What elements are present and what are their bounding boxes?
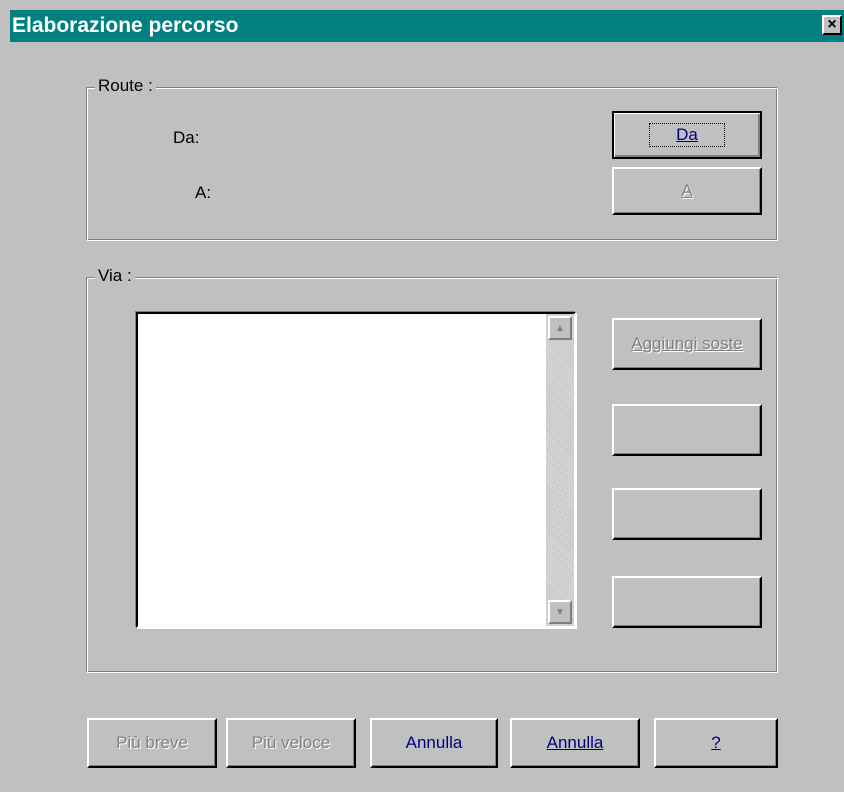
add-stops-button[interactable]: Aggiungi soste xyxy=(612,318,762,370)
via-listbox[interactable]: ▲ ▼ xyxy=(136,312,576,628)
cancel-button-2[interactable]: Annulla xyxy=(510,718,640,768)
via-button-4[interactable] xyxy=(612,576,762,628)
title-bar: Elaborazione percorso × xyxy=(10,10,844,42)
cancel-button-1[interactable]: Annulla xyxy=(370,718,498,768)
listbox-scrollbar[interactable]: ▲ ▼ xyxy=(546,314,574,626)
shortest-route-button[interactable]: Più breve xyxy=(87,718,217,768)
scroll-down-button[interactable]: ▼ xyxy=(548,600,572,624)
fastest-route-button-label: Più veloce xyxy=(251,733,331,752)
scroll-up-icon: ▲ xyxy=(555,322,565,334)
via-group-label: Via : xyxy=(95,266,135,286)
via-button-3[interactable] xyxy=(612,488,762,540)
scroll-down-icon: ▼ xyxy=(555,606,565,618)
help-button-label: ? xyxy=(711,733,721,752)
from-label: Da: xyxy=(173,128,200,147)
close-icon: × xyxy=(827,16,837,33)
add-stops-button-label: Aggiungi soste xyxy=(631,334,743,353)
help-button[interactable]: ? xyxy=(654,718,778,768)
to-button[interactable]: A xyxy=(612,167,762,215)
to-button-label: A xyxy=(681,181,693,200)
shortest-route-button-label: Più breve xyxy=(116,733,188,752)
to-label: A: xyxy=(195,183,212,202)
fastest-route-button[interactable]: Più veloce xyxy=(226,718,356,768)
cancel-button-2-label: Annulla xyxy=(546,733,604,752)
from-button-label: Da xyxy=(649,123,725,147)
from-button[interactable]: Da xyxy=(612,111,762,159)
cancel-button-1-label: Annulla xyxy=(405,733,463,752)
route-group-label: Route : xyxy=(95,76,156,96)
close-button[interactable]: × xyxy=(822,15,842,35)
scroll-up-button[interactable]: ▲ xyxy=(548,316,572,340)
window-title: Elaborazione percorso xyxy=(12,14,239,37)
via-button-2[interactable] xyxy=(612,404,762,456)
